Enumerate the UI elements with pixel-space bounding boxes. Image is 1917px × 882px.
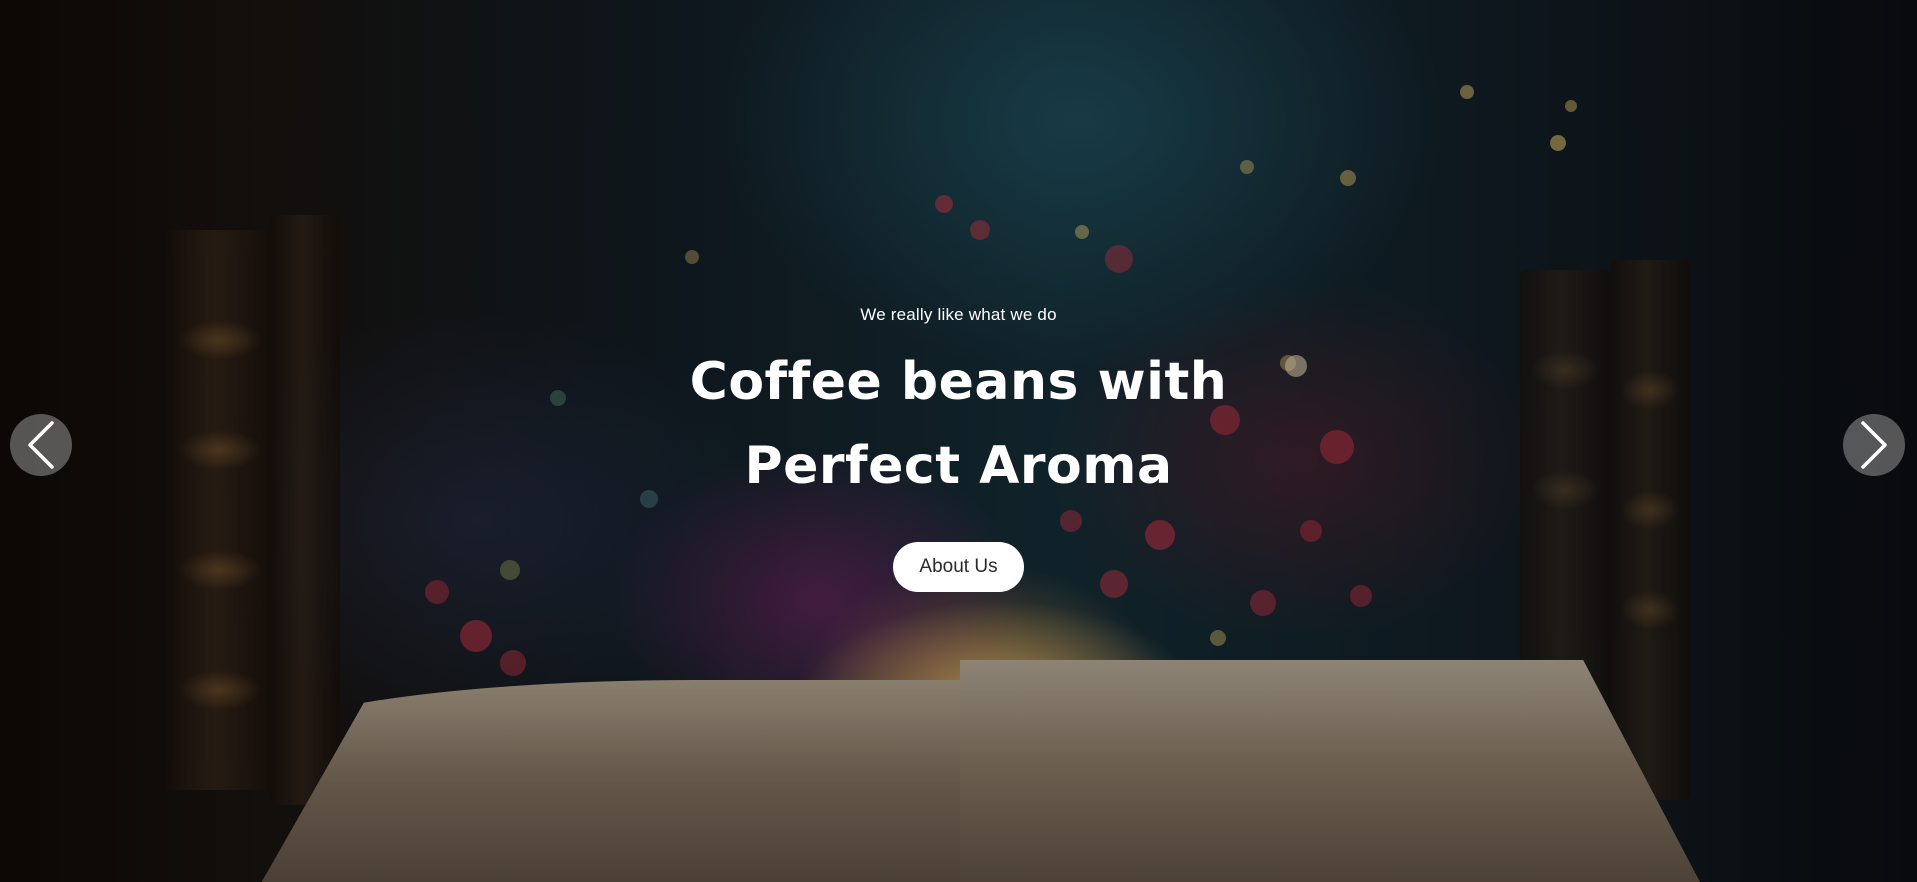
- chevron-left-icon: [28, 421, 54, 469]
- slide-headline: Coffee beans with Perfect Aroma: [509, 340, 1409, 508]
- carousel-prev-button[interactable]: [10, 414, 72, 476]
- headline-line-2: Perfect Aroma: [744, 436, 1173, 496]
- about-us-button[interactable]: About Us: [893, 542, 1024, 592]
- hero-slider: We really like what we do Coffee beans w…: [0, 0, 1917, 882]
- chevron-right-icon: [1861, 421, 1887, 469]
- carousel-next-button[interactable]: [1843, 414, 1905, 476]
- slide-content: We really like what we do Coffee beans w…: [0, 300, 1917, 592]
- headline-line-1: Coffee beans with: [689, 352, 1228, 412]
- slide-kicker: We really like what we do: [860, 305, 1057, 324]
